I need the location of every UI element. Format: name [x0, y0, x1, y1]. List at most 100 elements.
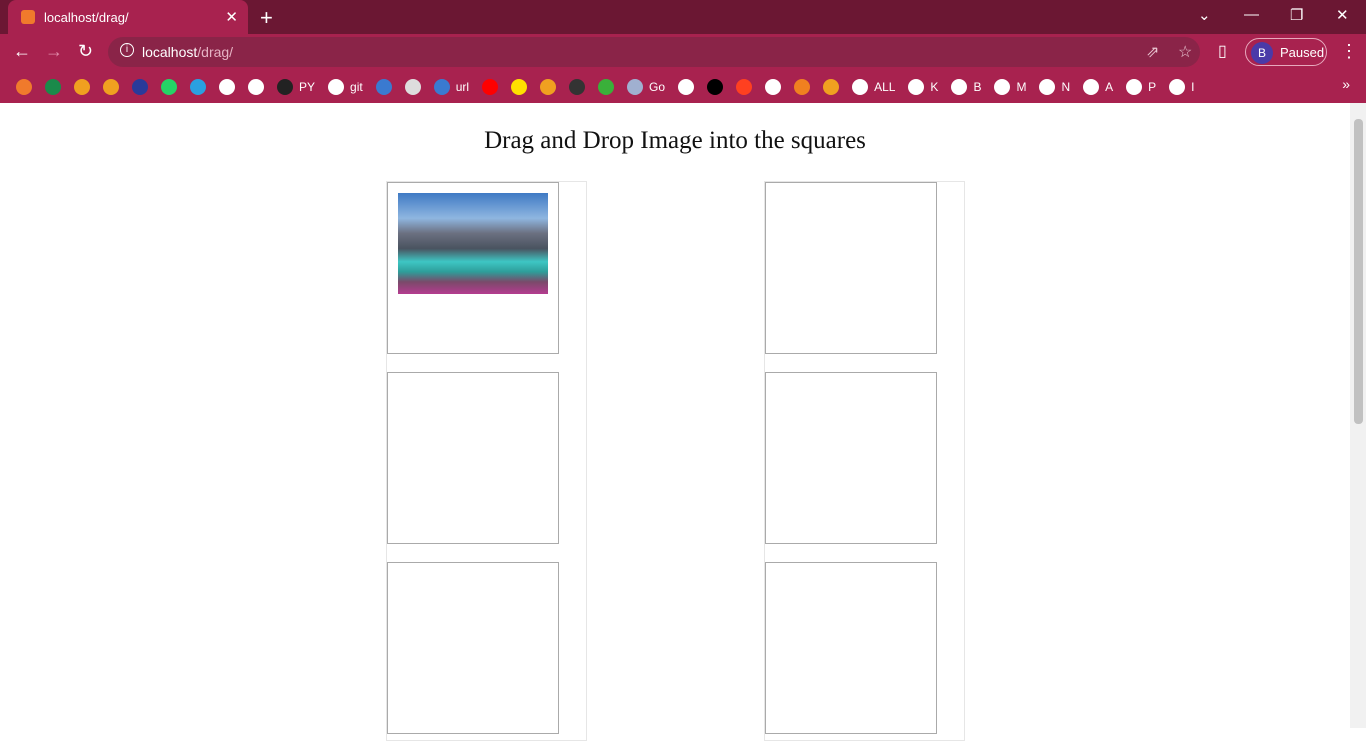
- bookmark-label: Go: [649, 79, 666, 94]
- bookmark-label: I: [1191, 79, 1195, 94]
- menu-icon[interactable]: ⋮: [1340, 41, 1358, 62]
- profile-status: Paused: [1280, 45, 1325, 60]
- bookmark-item[interactable]: [69, 75, 98, 99]
- bookmark-favicon-icon: [736, 78, 753, 95]
- bookmark-label: N: [1061, 79, 1071, 94]
- bookmark-item[interactable]: [535, 75, 564, 99]
- drop-square[interactable]: [387, 372, 559, 544]
- bookmark-item[interactable]: [156, 75, 185, 99]
- more-bookmarks-icon[interactable]: »: [1342, 76, 1350, 92]
- bookmark-favicon-icon: [823, 78, 840, 95]
- bookmark-item[interactable]: A: [1078, 75, 1121, 99]
- tab-active[interactable]: localhost/drag/ ✕: [8, 0, 248, 34]
- drop-square[interactable]: [765, 182, 937, 354]
- share-icon[interactable]: ⇗: [1146, 42, 1159, 62]
- bookmark-favicon-icon: [1083, 78, 1100, 95]
- bookmark-item[interactable]: [702, 75, 731, 99]
- side-panel-icon[interactable]: ▯: [1218, 41, 1227, 61]
- bookmark-item[interactable]: [789, 75, 818, 99]
- bookmark-favicon-icon: [161, 78, 177, 95]
- info-icon[interactable]: i: [120, 43, 134, 57]
- bookmark-item[interactable]: M: [989, 75, 1034, 99]
- bookmark-item[interactable]: [40, 75, 69, 99]
- bookmark-item[interactable]: ALL: [847, 75, 903, 99]
- bookmark-item[interactable]: Go: [622, 75, 673, 99]
- bookmark-favicon-icon: [1039, 78, 1056, 95]
- draggable-mountain-lake-image[interactable]: [398, 193, 548, 294]
- bookmark-favicon-icon: [132, 78, 148, 95]
- bookmark-favicon-icon: [1169, 78, 1186, 95]
- bookmark-favicon-icon: [328, 78, 345, 95]
- bookmark-item[interactable]: PY: [272, 75, 323, 99]
- toolbar: ← → ↻ i localhost/drag/ ⇗ ☆ ▯ B Paused ⋮: [0, 34, 1366, 70]
- bookmark-label: PY: [299, 79, 316, 94]
- avatar: B: [1251, 42, 1273, 64]
- close-tab-icon[interactable]: ✕: [225, 8, 238, 26]
- bookmark-label: git: [350, 79, 363, 94]
- bookmark-label: P: [1148, 79, 1157, 94]
- bookmark-item[interactable]: K: [903, 75, 946, 99]
- profile-button[interactable]: B Paused: [1245, 38, 1327, 66]
- bookmark-favicon-icon: [569, 78, 586, 95]
- bookmark-favicon-icon: [248, 78, 264, 95]
- bookmark-item[interactable]: [760, 75, 789, 99]
- minimize-button[interactable]: —: [1244, 6, 1259, 23]
- bookmark-favicon-icon: [678, 78, 695, 95]
- bookmark-item[interactable]: [127, 75, 156, 99]
- bookmark-item[interactable]: [731, 75, 760, 99]
- bookmark-favicon-icon: [433, 78, 450, 95]
- drop-square[interactable]: [765, 372, 937, 544]
- bookmark-item[interactable]: [243, 75, 272, 99]
- bookmark-item[interactable]: P: [1121, 75, 1164, 99]
- new-tab-button[interactable]: +: [260, 5, 273, 31]
- drop-square[interactable]: [387, 562, 559, 734]
- restore-button[interactable]: ❐: [1290, 6, 1303, 24]
- bookmark-item[interactable]: git: [323, 75, 371, 99]
- bookmark-item[interactable]: [11, 75, 40, 99]
- bookmark-item[interactable]: [818, 75, 847, 99]
- tab-title: localhost/drag/: [44, 10, 129, 25]
- bookmark-item[interactable]: I: [1164, 75, 1202, 99]
- bookmark-item[interactable]: [185, 75, 214, 99]
- left-column: [386, 181, 587, 741]
- bookmark-item[interactable]: B: [946, 75, 989, 99]
- bookmark-favicon-icon: [45, 78, 61, 95]
- bookmark-favicon-icon: [908, 78, 925, 95]
- url-path: /drag/: [197, 44, 234, 60]
- bookmark-favicon-icon: [765, 78, 782, 95]
- forward-button[interactable]: →: [45, 41, 63, 62]
- bookmark-item[interactable]: [673, 75, 702, 99]
- bookmark-item[interactable]: [400, 75, 429, 99]
- reload-button[interactable]: ↻: [78, 41, 93, 62]
- back-button[interactable]: ←: [13, 41, 31, 62]
- address-bar[interactable]: i localhost/drag/ ⇗ ☆: [108, 37, 1200, 67]
- bookmark-item[interactable]: N: [1034, 75, 1078, 99]
- scrollbar-thumb[interactable]: [1354, 119, 1363, 424]
- bookmark-favicon-icon: [482, 78, 499, 95]
- bookmark-item[interactable]: [593, 75, 622, 99]
- bookmark-item[interactable]: [214, 75, 243, 99]
- drop-square[interactable]: [765, 562, 937, 734]
- url-text[interactable]: localhost/drag/: [142, 44, 233, 60]
- drop-square[interactable]: [387, 182, 559, 354]
- bookmark-favicon-icon: [1126, 78, 1143, 95]
- bookmark-item[interactable]: url: [429, 75, 477, 99]
- bookmark-favicon-icon: [794, 78, 811, 95]
- scrollbar[interactable]: [1350, 103, 1366, 728]
- bookmark-item[interactable]: [371, 75, 400, 99]
- page-content: Drag and Drop Image into the squares: [0, 103, 1350, 741]
- bookmark-item[interactable]: [506, 75, 535, 99]
- url-host: localhost: [142, 44, 198, 60]
- bookmark-favicon-icon: [994, 78, 1011, 95]
- tab-search-icon[interactable]: ⌄: [1198, 6, 1211, 24]
- star-icon[interactable]: ☆: [1178, 42, 1192, 62]
- bookmark-favicon-icon: [404, 78, 421, 95]
- title-bar: localhost/drag/ ✕ + ⌄ — ❐ ✕: [0, 0, 1366, 34]
- bookmark-item[interactable]: [564, 75, 593, 99]
- bookmark-label: url: [455, 79, 470, 94]
- bookmark-favicon-icon: [16, 78, 32, 95]
- bookmark-item[interactable]: [477, 75, 506, 99]
- bookmark-item[interactable]: [98, 75, 127, 99]
- close-window-button[interactable]: ✕: [1336, 6, 1349, 24]
- bookmark-favicon-icon: [74, 78, 90, 95]
